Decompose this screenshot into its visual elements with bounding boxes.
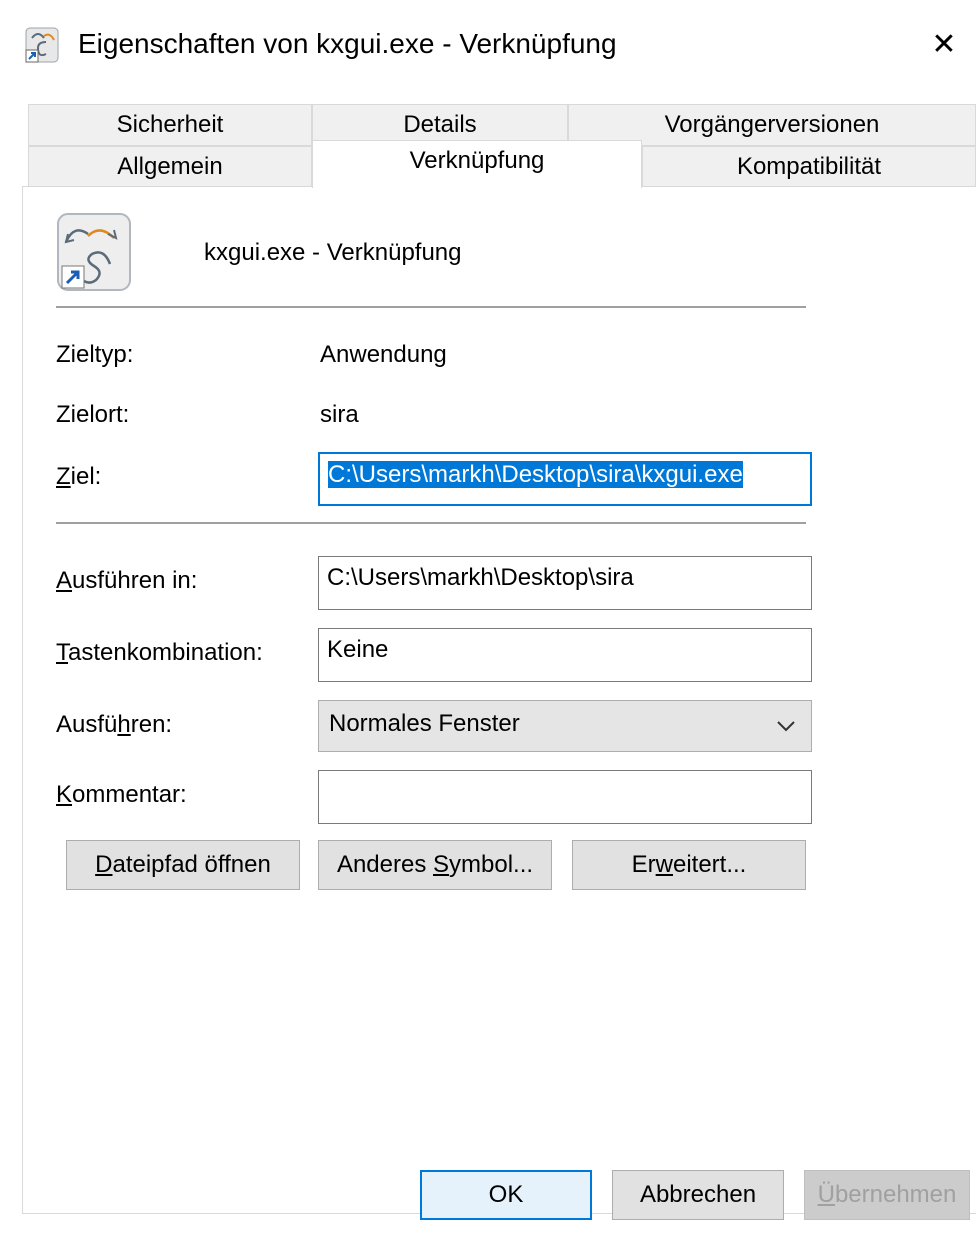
ausfuehren-select[interactable]: Normales Fenster [318,700,812,752]
ok-button[interactable]: OK [420,1170,592,1220]
open-path-rest: ateipfad öffnen [112,851,271,878]
zielort-value: sira [320,401,359,428]
shortcut-large-icon [56,212,132,292]
tab-kompatibilitaet[interactable]: Kompatibilität [642,146,976,187]
cancel-button[interactable]: Abbrechen [612,1170,784,1220]
advanced-pre: Er [631,851,656,878]
window-title: Eigenschaften von kxgui.exe - Verknüpfun… [78,28,617,59]
close-icon: ✕ [931,26,957,62]
change-icon-button[interactable]: Anderes Symbol... [318,840,552,890]
open-file-location-button[interactable]: Dateipfad öffnen [66,840,300,890]
ausfuehren-in-label-rest: usführen in: [72,567,198,594]
advanced-button[interactable]: Er w eitert... [572,840,806,890]
ziel-label-rest: iel: [70,463,102,490]
tastenkombination-label: Tastenkombination: [56,638,263,668]
shortcut-app-icon [22,26,62,66]
ziel-label: Ziel: [56,462,101,492]
ziel-value: C:\Users\markh\Desktop\sira\kxgui.exe [328,461,743,488]
advanced-mnemonic: w [655,851,673,878]
tab-sicherheit[interactable]: Sicherheit [28,104,312,146]
change-icon-mnemonic: S [433,851,450,878]
ziel-input[interactable]: C:\Users\markh\Desktop\sira\kxgui.exe [318,452,812,506]
kommentar-mnemonic: K [56,781,73,808]
ziel-label-mnemonic: Z [56,463,71,490]
tab-verknuepfung[interactable]: Verknüpfung [312,140,642,188]
tastenkombination-mnemonic: T [56,639,68,666]
zieltyp-label: Zieltyp: [56,341,134,368]
tastenkombination-label-rest: astenkombination: [68,639,263,666]
kommentar-input[interactable] [318,770,812,824]
apply-rest: bernehmen [834,1181,957,1208]
zieltyp-value: Anwendung [320,341,447,368]
advanced-post: eitert... [672,851,747,878]
ausfuehren-in-input[interactable]: C:\Users\markh\Desktop\sira [318,556,812,610]
ausfuehren-label-pre: Ausfü [56,711,118,738]
ausfuehren-label-post: ren: [130,711,173,738]
tab-allgemein[interactable]: Allgemein [28,146,312,187]
open-path-mnemonic: D [95,851,113,878]
ausfuehren-in-mnemonic: A [56,567,73,594]
apply-button[interactable]: Übernehmen [804,1170,970,1220]
apply-mnemonic: Ü [817,1181,835,1208]
zielort-label: Zielort: [56,401,130,428]
divider-middle [56,522,806,524]
kommentar-label-rest: ommentar: [72,781,187,808]
close-button[interactable]: ✕ [918,18,970,70]
kommentar-label: Kommentar: [56,780,187,810]
ausfuehren-in-label: Ausführen in: [56,566,197,596]
title-bar: Eigenschaften von kxgui.exe - Verknüpfun… [0,0,976,88]
tastenkombination-input[interactable]: Keine [318,628,812,682]
chevron-down-icon [775,715,797,745]
ausfuehren-mnemonic: h [117,711,131,738]
divider-top [56,306,806,308]
change-icon-pre: Anderes [336,851,433,878]
ausfuehren-value: Normales Fenster [329,710,520,737]
ausfuehren-label: Ausführen: [56,710,172,740]
shortcut-name: kxgui.exe - Verknüpfung [204,239,462,266]
change-icon-post: ymbol... [449,851,534,878]
